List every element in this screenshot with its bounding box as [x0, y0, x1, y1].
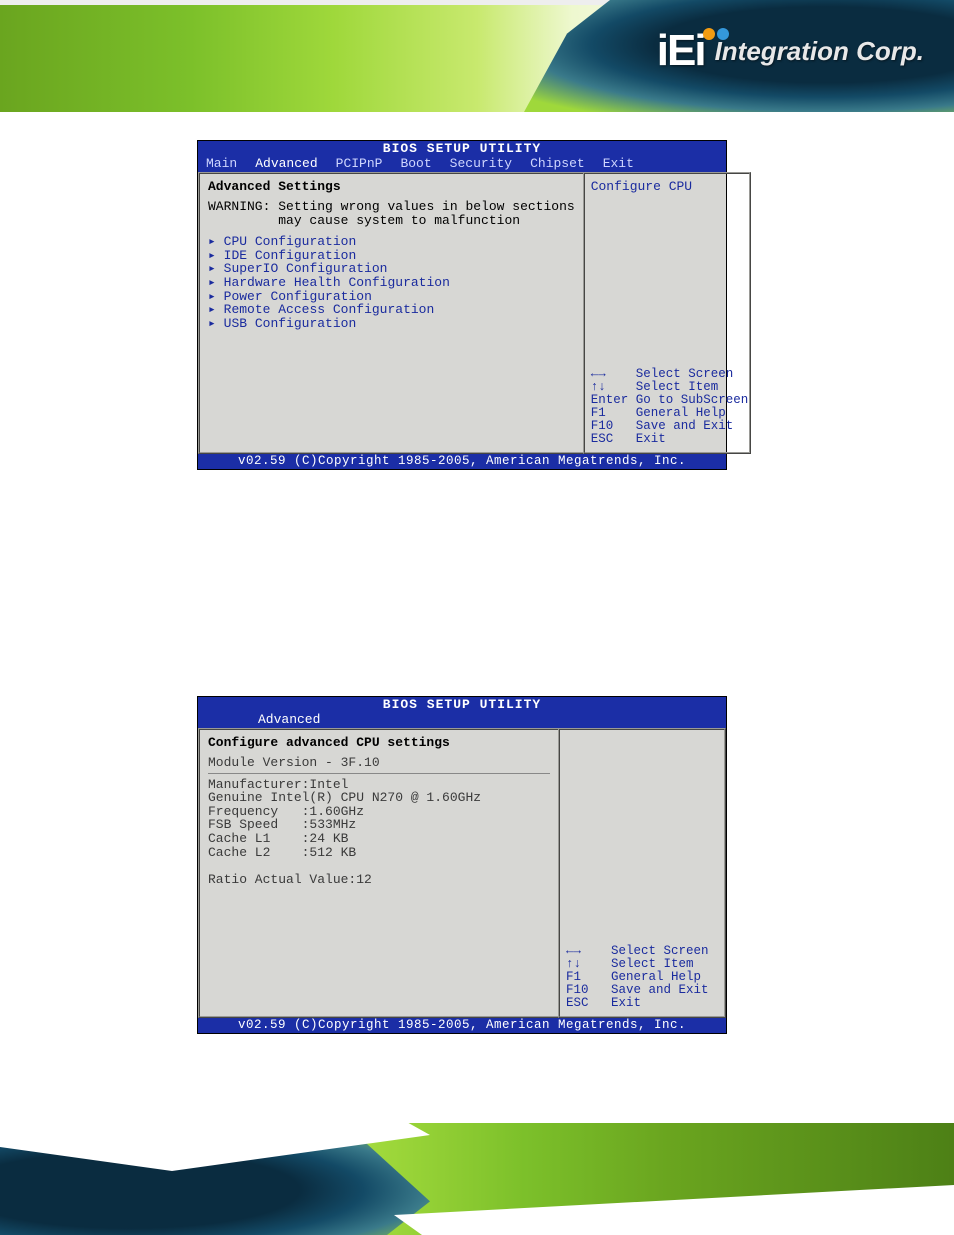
- bios-tab-exit[interactable]: Exit: [603, 157, 634, 171]
- menu-ide-configuration[interactable]: IDE Configuration: [208, 249, 575, 263]
- bios-screenshot-advanced-menu: BIOS SETUP UTILITY Main Advanced PCIPnP …: [197, 140, 727, 470]
- advanced-settings-heading: Advanced Settings: [208, 180, 575, 194]
- menu-superio-configuration[interactable]: SuperIO Configuration: [208, 262, 575, 276]
- bios-title: BIOS SETUP UTILITY: [198, 141, 726, 157]
- cpu-info-block: Manufacturer:Intel Genuine Intel(R) CPU …: [208, 778, 550, 887]
- logo-mark: iEi: [657, 26, 705, 76]
- bios-tab-advanced[interactable]: Advanced: [255, 157, 317, 171]
- bios-screenshot-cpu-settings: BIOS SETUP UTILITY Advanced Configure ad…: [197, 696, 727, 1034]
- bios-copyright-footer: v02.59 (C)Copyright 1985-2005, American …: [198, 1018, 726, 1033]
- bios-tab-boot[interactable]: Boot: [400, 157, 431, 171]
- bios-tab-chipset[interactable]: Chipset: [530, 157, 585, 171]
- bios-left-pane: Configure advanced CPU settings Module V…: [198, 728, 558, 1018]
- bios-tab-bar: Main Advanced PCIPnP Boot Security Chips…: [198, 157, 726, 173]
- bios-warning: WARNING: Setting wrong values in below s…: [208, 200, 575, 227]
- brand-logo: iEi Integration Corp.: [657, 26, 924, 76]
- bios-submenu-list: CPU Configuration IDE Configuration Supe…: [208, 235, 575, 330]
- bios-tab-security[interactable]: Security: [450, 157, 512, 171]
- logo-dots-icon: [703, 28, 715, 40]
- logo-brand-text: Integration Corp.: [715, 36, 924, 67]
- logo-prefix-text: iEi: [657, 26, 705, 75]
- menu-power-configuration[interactable]: Power Configuration: [208, 290, 575, 304]
- bios-left-pane: Advanced Settings WARNING: Setting wrong…: [198, 172, 583, 454]
- menu-remote-access-configuration[interactable]: Remote Access Configuration: [208, 303, 575, 317]
- bios-right-pane: Configure CPU ←→ Select Screen ↑↓ Select…: [583, 172, 751, 454]
- bios-key-help: ←→ Select Screen ↑↓ Select Item Enter Go…: [591, 368, 743, 447]
- menu-usb-configuration[interactable]: USB Configuration: [208, 317, 575, 331]
- bios-tab-main[interactable]: Main: [206, 157, 237, 171]
- page-header-band: iEi Integration Corp.: [0, 0, 954, 112]
- bios-tab-advanced[interactable]: Advanced: [258, 713, 320, 727]
- bios-tab-pcipnp[interactable]: PCIPnP: [336, 157, 383, 171]
- menu-cpu-configuration[interactable]: CPU Configuration: [208, 235, 575, 249]
- menu-hardware-health-configuration[interactable]: Hardware Health Configuration: [208, 276, 575, 290]
- page-footer-band: [0, 1123, 954, 1235]
- bios-item-hint: Configure CPU: [591, 180, 743, 194]
- bios-tab-bar: Advanced: [198, 713, 726, 729]
- bios-key-help: ←→ Select Screen ↑↓ Select Item F1 Gener…: [566, 945, 718, 1011]
- footer-right-swoosh-icon: [394, 1185, 954, 1235]
- bios-body: Advanced Settings WARNING: Setting wrong…: [198, 172, 726, 454]
- bios-body: Configure advanced CPU settings Module V…: [198, 728, 726, 1018]
- cpu-settings-heading: Configure advanced CPU settings: [208, 736, 550, 750]
- bios-right-pane: ←→ Select Screen ↑↓ Select Item F1 Gener…: [558, 728, 726, 1018]
- bios-title: BIOS SETUP UTILITY: [198, 697, 726, 713]
- module-version-line: Module Version - 3F.10: [208, 756, 550, 770]
- bios-copyright-footer: v02.59 (C)Copyright 1985-2005, American …: [198, 454, 726, 469]
- separator-line: [208, 773, 550, 774]
